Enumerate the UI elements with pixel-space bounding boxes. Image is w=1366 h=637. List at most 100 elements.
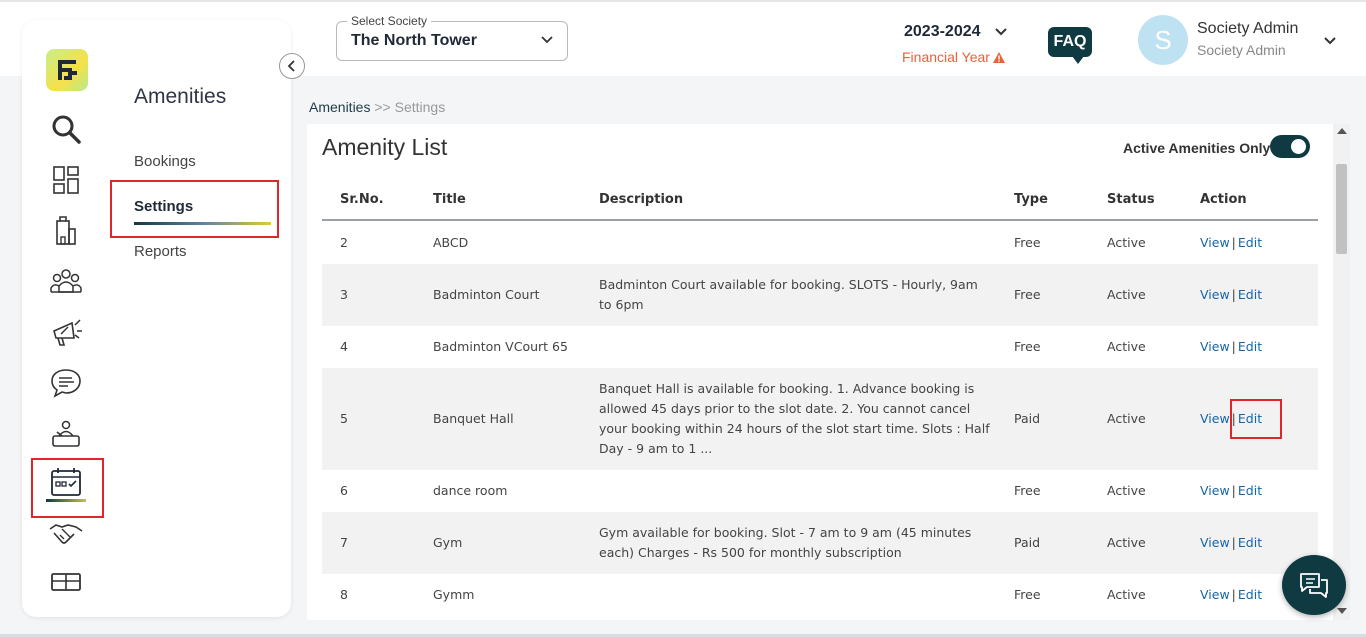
cell-status: Active xyxy=(1107,339,1146,354)
avatar[interactable]: S xyxy=(1138,15,1188,65)
announcement-icon[interactable] xyxy=(48,314,84,350)
cell-srno: 7 xyxy=(340,535,348,550)
chevron-down-icon xyxy=(541,36,553,44)
table-row: 2 ABCD Free Active View | Edit xyxy=(322,220,1318,264)
cell-title: Banquet Hall xyxy=(433,411,514,426)
cell-type: Free xyxy=(1014,234,1041,250)
society-select-value: The North Tower xyxy=(351,32,477,49)
action-separator: | xyxy=(1231,535,1236,550)
table-row: 7 Gym Gym available for booking. Slot - … xyxy=(322,512,1318,574)
sidebar-item-reports[interactable]: Reports xyxy=(134,243,187,260)
col-header-status: Status xyxy=(1107,180,1200,221)
view-link[interactable]: View xyxy=(1200,235,1230,250)
cell-title: Badminton VCourt 65 xyxy=(433,339,568,354)
cell-status: Active xyxy=(1107,234,1146,250)
edit-link[interactable]: Edit xyxy=(1238,483,1262,498)
amenity-list-card: Amenity List Active Amenities Only Sr.No… xyxy=(307,124,1333,620)
view-link[interactable]: View xyxy=(1200,411,1230,426)
toggle-knob xyxy=(1291,139,1306,154)
breadcrumb-parent[interactable]: Amenities xyxy=(309,99,370,115)
view-link[interactable]: View xyxy=(1200,587,1230,602)
edit-link[interactable]: Edit xyxy=(1238,235,1262,250)
view-link[interactable]: View xyxy=(1200,535,1230,550)
cell-status: Active xyxy=(1107,587,1146,602)
faq-button[interactable]: FAQ xyxy=(1048,27,1092,64)
chevron-down-icon[interactable] xyxy=(995,26,1007,38)
vertical-scrollbar[interactable] xyxy=(1333,124,1350,620)
dashboard-icon[interactable] xyxy=(48,162,84,198)
edit-link[interactable]: Edit xyxy=(1238,587,1262,602)
helpdesk-icon[interactable] xyxy=(48,416,84,452)
collapse-sidebar-button[interactable] xyxy=(279,53,305,79)
cell-description: Banquet Hall is available for booking. 1… xyxy=(599,381,990,456)
chevron-left-icon xyxy=(287,60,295,72)
settings-highlight-box xyxy=(110,180,279,238)
scroll-down-arrow[interactable] xyxy=(1337,608,1347,614)
cell-srno: 4 xyxy=(340,339,348,354)
edit-highlight-box xyxy=(1230,399,1282,439)
cell-description xyxy=(599,220,1014,264)
view-link[interactable]: View xyxy=(1200,287,1230,302)
financial-year-label-text: Financial Year xyxy=(902,49,990,65)
warning-icon xyxy=(992,52,1005,63)
society-select[interactable]: Select Society The North Tower xyxy=(336,14,568,61)
cell-description xyxy=(599,574,1014,616)
table-row: 3 Badminton Court Badminton Court availa… xyxy=(322,264,1318,326)
cell-type: Free xyxy=(1014,483,1041,498)
breadcrumb-current: Settings xyxy=(394,99,446,115)
breadcrumb: Amenities >> Settings xyxy=(309,99,445,115)
cell-action: View | Edit xyxy=(1200,470,1318,512)
table-row: 4 Badminton VCourt 65 Free Active View | E… xyxy=(322,326,1318,368)
cell-action: View | Edit xyxy=(1200,326,1318,368)
action-separator: | xyxy=(1231,483,1236,498)
financial-year-select[interactable]: 2023-2024 xyxy=(904,23,981,41)
building-icon[interactable] xyxy=(48,213,84,249)
support-chat-button[interactable] xyxy=(1282,555,1346,615)
scroll-up-arrow[interactable] xyxy=(1337,128,1347,134)
cell-type: Free xyxy=(1014,587,1041,602)
chevron-down-icon[interactable] xyxy=(1323,35,1337,47)
action-separator: | xyxy=(1231,587,1236,602)
cell-srno: 8 xyxy=(340,587,348,602)
chat-icon[interactable] xyxy=(48,365,84,401)
active-toggle-label: Active Amenities Only xyxy=(1123,140,1271,156)
cell-action: View | Edit xyxy=(1200,220,1318,264)
amenity-table: Sr.No. Title Description Type Status Act… xyxy=(322,180,1318,616)
table-row: 8 Gymm Free Active View | Edit xyxy=(322,574,1318,616)
user-name[interactable]: Society Admin xyxy=(1197,20,1298,38)
cell-srno: 2 xyxy=(340,234,348,250)
view-link[interactable]: View xyxy=(1200,339,1230,354)
table-row: 5 Banquet Hall Banquet Hall is available… xyxy=(322,368,1318,470)
col-header-action: Action xyxy=(1200,180,1318,221)
active-amenities-toggle[interactable] xyxy=(1270,135,1310,158)
scroll-thumb[interactable] xyxy=(1336,164,1347,254)
cell-title: Badminton Court xyxy=(433,287,540,302)
handshake-icon[interactable] xyxy=(48,515,84,551)
edit-link[interactable]: Edit xyxy=(1238,535,1262,550)
cell-title: ABCD xyxy=(433,234,469,250)
col-header-description: Description xyxy=(599,180,1014,221)
page-title: Amenity List xyxy=(322,134,448,160)
logo-icon xyxy=(58,60,77,80)
financial-year-label: Financial Year xyxy=(902,49,1005,65)
edit-link[interactable]: Edit xyxy=(1238,339,1262,354)
nav-highlight-box xyxy=(31,458,104,518)
cell-description: Gym available for booking. Slot - 7 am t… xyxy=(599,525,972,560)
user-role: Society Admin xyxy=(1197,42,1286,58)
breadcrumb-separator: >> xyxy=(374,99,391,115)
cell-description: Badminton Court available for booking. S… xyxy=(599,277,978,312)
search-icon[interactable] xyxy=(48,111,84,147)
sidebar-item-bookings[interactable]: Bookings xyxy=(134,153,196,170)
society-select-label: Select Society xyxy=(347,14,432,28)
cell-description xyxy=(599,326,1014,368)
edit-link[interactable]: Edit xyxy=(1238,287,1262,302)
cell-srno: 6 xyxy=(340,483,348,498)
cell-status: Active xyxy=(1107,535,1146,550)
action-separator: | xyxy=(1231,339,1236,354)
app-logo[interactable] xyxy=(46,49,88,91)
package-icon[interactable] xyxy=(48,564,84,600)
col-header-type: Type xyxy=(1014,180,1107,221)
cell-srno: 3 xyxy=(340,287,348,302)
members-icon[interactable] xyxy=(48,264,84,300)
view-link[interactable]: View xyxy=(1200,483,1230,498)
